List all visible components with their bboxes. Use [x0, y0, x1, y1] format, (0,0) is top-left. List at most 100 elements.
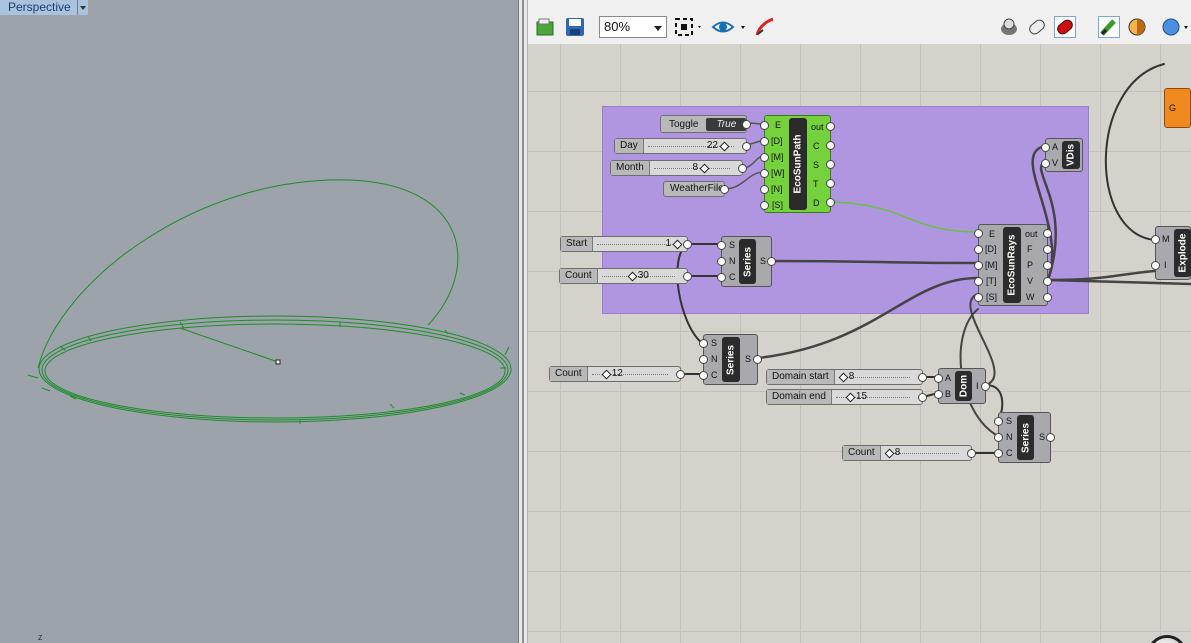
weatherfile-output-grip[interactable]: [720, 185, 729, 194]
wire-start-series2: [676, 243, 704, 345]
sunrays-out-w: W: [1026, 292, 1035, 302]
domain-start-knob[interactable]: [838, 372, 849, 383]
toggle-state[interactable]: True: [706, 117, 747, 131]
series-component-3[interactable]: S N C Series S: [994, 412, 1055, 463]
weatherfile-param[interactable]: WeatherFile: [663, 181, 729, 197]
start-slider[interactable]: Start 1: [560, 236, 692, 252]
series-component-1[interactable]: S N C Series S: [717, 236, 776, 287]
material-button[interactable]: [1126, 16, 1148, 38]
series1-in-s: S: [729, 240, 736, 250]
green-brush-icon: [1100, 19, 1116, 36]
wire-rays-explode: [1046, 269, 1157, 282]
sunpath-in-e: E: [775, 120, 782, 130]
rhino-viewport[interactable]: Perspective z: [0, 0, 518, 643]
preview-mode-button[interactable]: [998, 16, 1020, 38]
save-file-button[interactable]: [564, 16, 586, 38]
sunpath-out-c: C: [813, 141, 820, 151]
ecosunrays-component[interactable]: E [D] [M] [T] [S] EcoSunRays out F P V W: [974, 224, 1052, 306]
sunpath-in-n: [N]: [771, 184, 783, 194]
count30-output-grip[interactable]: [683, 272, 692, 281]
display-sphere-button[interactable]: [1160, 16, 1190, 38]
document-preview-button[interactable]: [1098, 16, 1120, 38]
explode-component[interactable]: M I Explode: [1151, 226, 1191, 280]
start-output-grip[interactable]: [683, 240, 692, 249]
series2-in-c: C: [711, 370, 718, 380]
explode-in-i: I: [1164, 260, 1167, 270]
domain-start-value: 8: [848, 371, 855, 382]
day-slider-knob[interactable]: [719, 141, 730, 152]
dom-title: Dom: [958, 374, 969, 398]
save-disk-icon: [566, 18, 584, 36]
day-slider[interactable]: Day 22: [614, 138, 751, 154]
day-slider-value: 22: [706, 140, 718, 151]
wire-series1-rays: [770, 259, 980, 265]
wire-mode-button[interactable]: [1026, 16, 1048, 38]
zoom-dropdown[interactable]: 80%: [599, 16, 667, 38]
sunrays-in-e: E: [989, 229, 996, 239]
month-slider[interactable]: Month 8: [610, 160, 747, 176]
toggle-output-grip[interactable]: [742, 120, 751, 129]
sunrays-in-s: [S]: [986, 292, 998, 302]
series2-in-s: S: [711, 338, 718, 348]
start-slider-knob[interactable]: [672, 239, 683, 250]
sunrays-in-d: [D]: [985, 244, 997, 254]
domain-end-value: 15: [855, 391, 868, 402]
series2-out-s: S: [745, 354, 752, 364]
axis-label: z: [38, 632, 43, 642]
gh-canvas[interactable]: G Toggle True Day 22 Month 8 WeatherFile…: [528, 44, 1191, 643]
dom-out-i: I: [976, 381, 979, 391]
day-slider-label: Day: [615, 139, 644, 153]
preview-button[interactable]: [711, 16, 747, 38]
start-slider-label: Start: [561, 237, 594, 251]
selected-preview-button[interactable]: [1054, 16, 1076, 38]
weatherfile-label: WeatherFile: [670, 183, 724, 194]
horizon-ellipse: [41, 319, 509, 421]
count-slider-8[interactable]: Count 8: [842, 445, 976, 461]
day-output-grip[interactable]: [742, 142, 751, 151]
window-splitter[interactable]: [518, 0, 528, 643]
month-output-grip[interactable]: [738, 164, 747, 173]
domain-component[interactable]: A B Dom I: [934, 368, 990, 404]
count12-output-grip[interactable]: [676, 370, 685, 379]
open-file-button[interactable]: [534, 16, 556, 38]
month-slider-knob[interactable]: [699, 163, 710, 174]
vdis-component[interactable]: A V VDis: [1041, 138, 1083, 172]
zoom-extents-icon: [675, 18, 701, 36]
sunpath-in-s: [S]: [772, 200, 784, 210]
sunrays-out-p: P: [1027, 260, 1034, 270]
sunpath-in-m: [M]: [771, 152, 784, 162]
month-slider-value: 8: [692, 162, 698, 173]
zoom-extents-button[interactable]: [674, 16, 704, 38]
grasshopper-editor[interactable]: 80% G Toggle True Day 22 Month 8 Weather…: [528, 0, 1191, 643]
count-slider-12-label: Count: [550, 367, 588, 381]
series3-in-n: N: [1006, 432, 1013, 442]
count-slider-12[interactable]: Count 12: [549, 366, 685, 382]
explode-title: Explode: [1177, 233, 1188, 273]
horizon-ellipse-inner: [44, 323, 506, 419]
dstart-output-grip[interactable]: [918, 373, 927, 382]
toggle-component[interactable]: Toggle True: [660, 115, 751, 133]
count-slider-30[interactable]: Count 30: [559, 268, 692, 284]
wire-capsule-icon: [1029, 19, 1045, 35]
count-slider-30-knob[interactable]: [627, 271, 638, 282]
wire-rays-out: [1046, 278, 1191, 286]
domain-end-label: Domain end: [767, 390, 832, 404]
count8-output-grip[interactable]: [967, 449, 976, 458]
domain-end-knob[interactable]: [845, 392, 856, 403]
series3-title: Series: [1020, 422, 1031, 453]
sun-ray-line: [179, 327, 279, 363]
count-slider-8-knob[interactable]: [884, 448, 895, 459]
sketch-button[interactable]: [754, 16, 776, 38]
wires-layer: [676, 63, 1191, 454]
sunrays-out-f: F: [1027, 244, 1033, 254]
ecosunpath-component[interactable]: E [D] [M] [W] [N] [S] EcoSunPath out C S…: [760, 115, 835, 213]
dend-output-grip[interactable]: [918, 393, 927, 402]
open-folder-icon: [536, 18, 554, 36]
sunpath-out-d: D: [813, 198, 820, 208]
domain-end-slider[interactable]: Domain end 15: [766, 389, 927, 405]
count-slider-12-knob[interactable]: [601, 369, 612, 380]
domain-start-slider[interactable]: Domain start 8: [766, 369, 927, 385]
series-component-2[interactable]: S N C Series S: [699, 334, 762, 385]
month-slider-label: Month: [611, 161, 650, 175]
vdis-title: VDis: [1065, 143, 1077, 167]
